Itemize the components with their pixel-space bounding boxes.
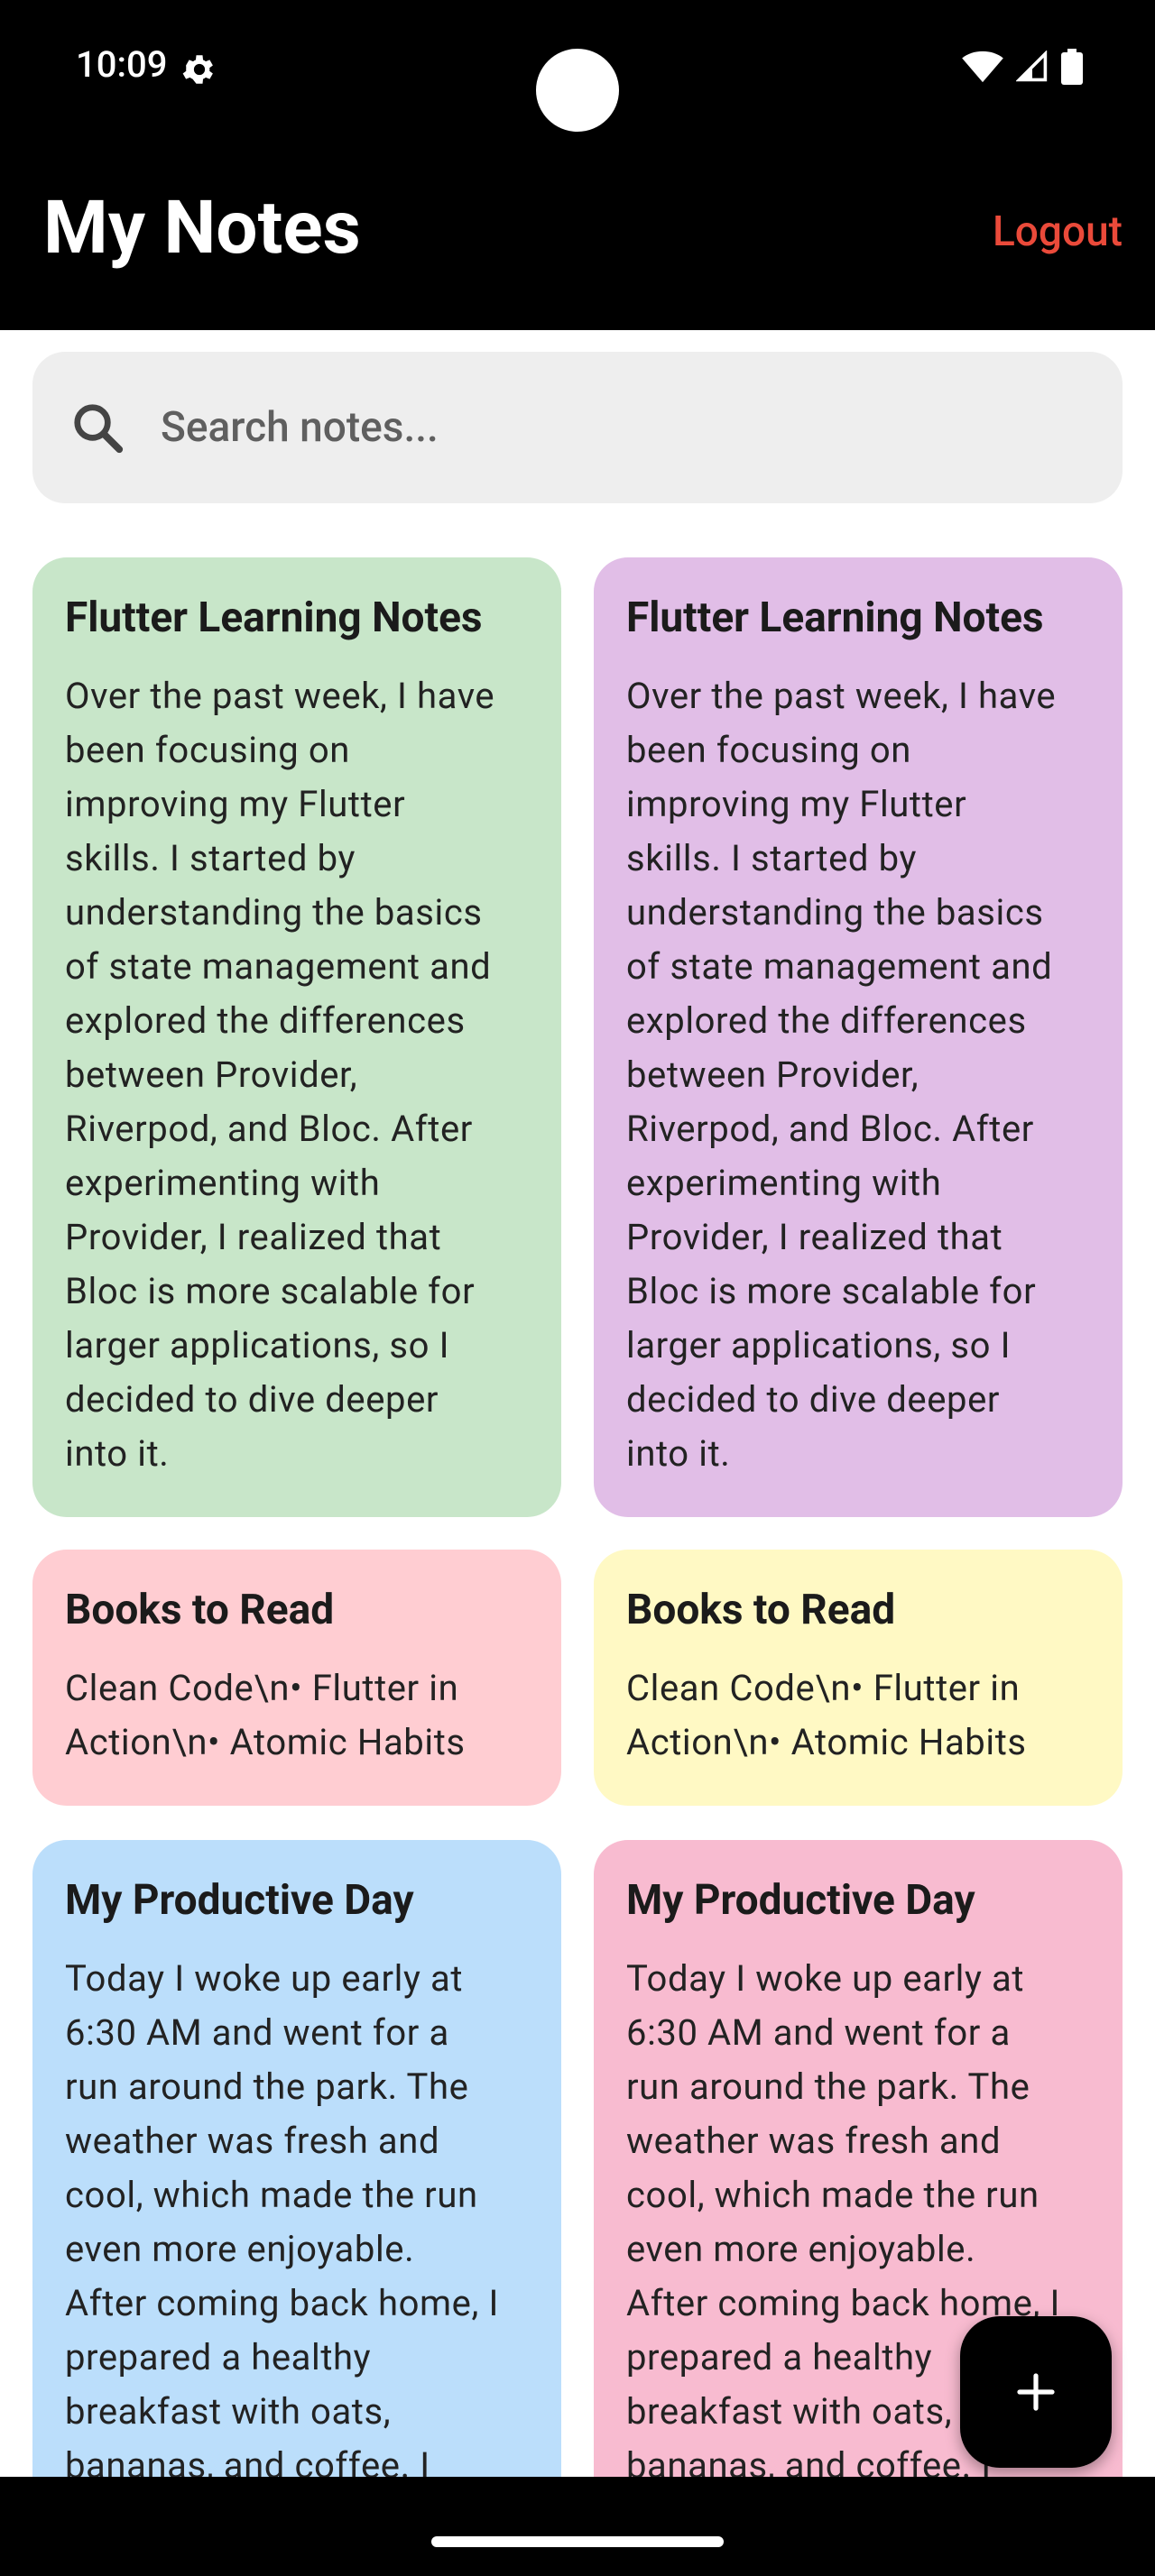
note-body: Clean Code\n• Flutter in Action\n• Atomi…: [65, 1667, 466, 1763]
note-title: My Productive Day: [626, 1876, 975, 1925]
status-time: 10:09: [76, 43, 168, 86]
app-bar: My Notes Logout: [0, 135, 1155, 330]
search-bar[interactable]: [32, 352, 1123, 503]
note-body: Over the past week, I have been focusing…: [65, 675, 495, 1475]
phone-frame: 10:09 My Notes Logout Search notes... Fl…: [0, 0, 1155, 2576]
note-title: Books to Read: [65, 1586, 335, 1634]
signal-icon: [1016, 51, 1048, 82]
note-title: My Productive Day: [65, 1876, 414, 1925]
camera-cutout: [536, 49, 619, 132]
gear-icon: [182, 55, 213, 84]
note-card[interactable]: My Productive Day Today I woke up early …: [32, 1840, 561, 2477]
note-card[interactable]: Flutter Learning Notes Over the past wee…: [594, 557, 1123, 1517]
plus-icon: [1017, 2373, 1055, 2411]
note-title: Flutter Learning Notes: [626, 593, 1044, 642]
add-note-button[interactable]: [960, 2316, 1112, 2468]
page-title: My Notes: [43, 185, 361, 271]
search-icon: [74, 404, 124, 454]
notes-screen: Flutter Learning Notes Over the past wee…: [0, 330, 1155, 2477]
note-card[interactable]: Books to Read Clean Code\n• Flutter in A…: [594, 1550, 1123, 1806]
note-body: Today I woke up early at 6:30 AM and wen…: [65, 1957, 499, 2477]
logout-button[interactable]: Logout: [993, 211, 1123, 253]
note-title: Books to Read: [626, 1586, 896, 1634]
note-card[interactable]: Flutter Learning Notes Over the past wee…: [32, 557, 561, 1517]
status-bar: 10:09: [0, 0, 1155, 135]
home-gesture-handle[interactable]: [431, 2536, 724, 2547]
note-title: Flutter Learning Notes: [65, 593, 483, 642]
note-body: Clean Code\n• Flutter in Action\n• Atomi…: [626, 1667, 1027, 1763]
battery-icon: [1061, 49, 1083, 85]
note-card[interactable]: Books to Read Clean Code\n• Flutter in A…: [32, 1550, 561, 1806]
search-input[interactable]: [161, 352, 1081, 503]
note-body: Over the past week, I have been focusing…: [626, 675, 1057, 1475]
wifi-icon: [962, 51, 1003, 83]
